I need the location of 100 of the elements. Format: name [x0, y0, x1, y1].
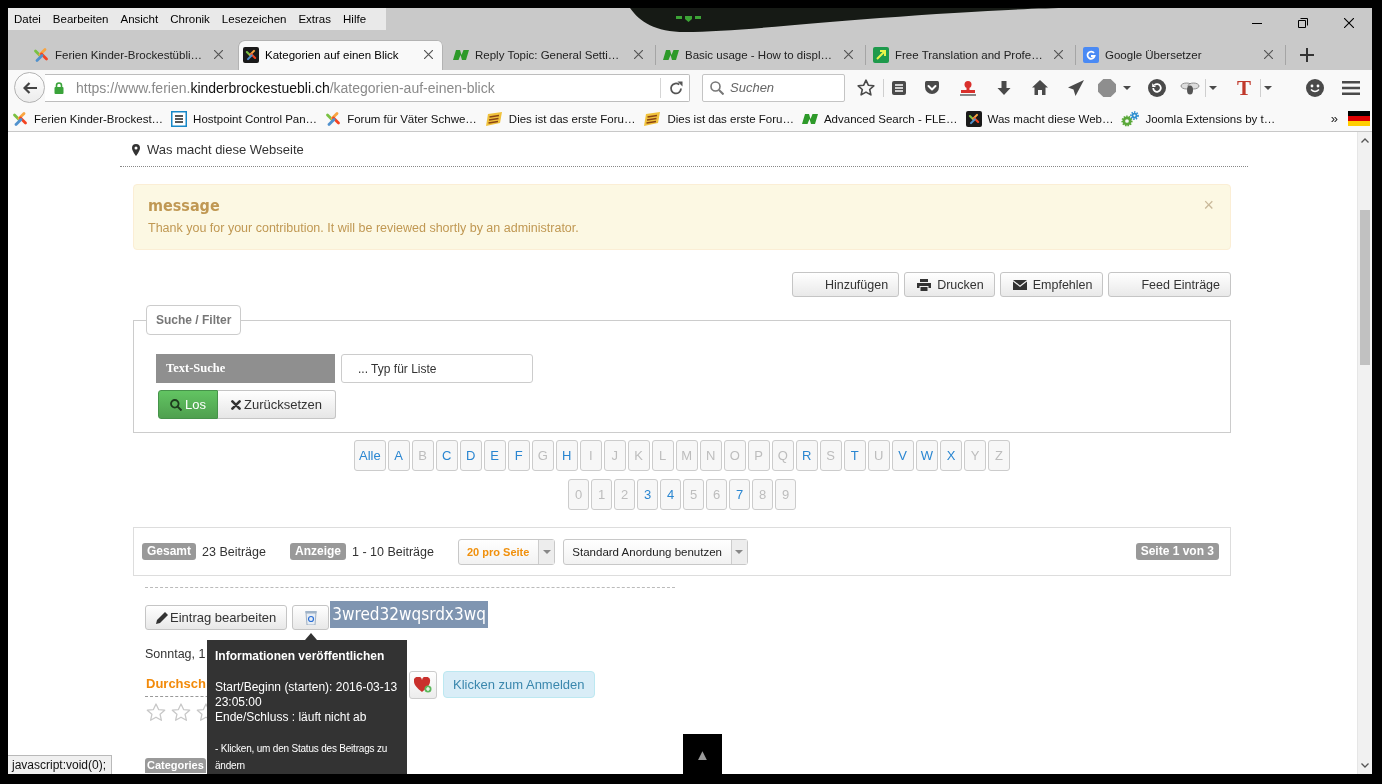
- letter-filter-button[interactable]: F: [507, 440, 530, 471]
- back-button[interactable]: [14, 72, 45, 104]
- lock-icon: [54, 81, 64, 94]
- home-icon[interactable]: [1032, 80, 1048, 96]
- toolbar-button[interactable]: Feed Einträge: [1108, 272, 1231, 297]
- history-icon[interactable]: [1148, 78, 1166, 97]
- bookmarks-overflow-button[interactable]: »: [1330, 111, 1338, 127]
- star-icon[interactable]: [857, 79, 875, 97]
- bookmark-item[interactable]: Advanced Search - FLE…: [797, 108, 962, 129]
- address-field[interactable]: https://www.ferien.kinderbrockestuebli.ch/kategorien-auf-einen-blick: [45, 73, 690, 102]
- toolbar-button[interactable]: Drucken: [904, 272, 995, 297]
- letter-filter-button[interactable]: W: [915, 440, 938, 471]
- tab[interactable]: Kategorien auf einen Blick: [238, 39, 443, 70]
- stamp-icon[interactable]: [959, 79, 977, 96]
- text-tool-button[interactable]: T: [1237, 76, 1251, 99]
- ordering-select[interactable]: Standard Anordung benutzen: [563, 538, 748, 565]
- restore-icon[interactable]: [1298, 18, 1308, 28]
- bookmark-item[interactable]: Dies ist das erste Foru…: [639, 108, 798, 129]
- trash-icon: [304, 610, 317, 625]
- letter-filter-button[interactable]: X: [940, 440, 962, 471]
- toolbar-button[interactable]: Empfehlen: [999, 272, 1104, 297]
- tab[interactable]: Ferien Kinder-Brockestübli…: [28, 39, 233, 70]
- bookmark-item[interactable]: Dies ist das erste Foru…: [480, 108, 640, 129]
- caret-icon[interactable]: [1209, 85, 1217, 90]
- chevron-down-icon[interactable]: [1361, 763, 1369, 768]
- stop-sign-icon[interactable]: [1098, 78, 1116, 97]
- minimize-icon[interactable]: [1252, 22, 1262, 24]
- back-to-top-button[interactable]: ▲: [683, 734, 722, 774]
- tab[interactable]: Google Übersetzer: [1078, 39, 1283, 70]
- slanted-bars-icon: [453, 49, 469, 60]
- per-page-select[interactable]: 20 pro Seite: [458, 538, 556, 565]
- menu-item[interactable]: Hilfe: [337, 8, 373, 30]
- close-icon[interactable]: [1344, 18, 1354, 28]
- menu-item[interactable]: Bearbeiten: [46, 8, 115, 30]
- bookmark-item[interactable]: Was macht diese Web…: [961, 108, 1118, 129]
- shown-value: 1 - 10 Beiträge: [352, 544, 434, 559]
- menu-item[interactable]: Lesezeichen: [215, 8, 293, 30]
- tab[interactable]: Basic usage - How to displ…: [658, 39, 863, 70]
- letter-filter-button[interactable]: C: [435, 440, 458, 471]
- menu-item[interactable]: Chronik: [164, 8, 216, 30]
- chevron-up-icon[interactable]: [1361, 138, 1369, 143]
- reset-button[interactable]: Zurücksetzen: [218, 390, 336, 419]
- pinwheel-tile-icon: [965, 110, 982, 127]
- menu-icon[interactable]: [1342, 80, 1360, 95]
- letter-filter-button[interactable]: H: [555, 440, 578, 471]
- total-value: 23 Beiträge: [202, 544, 266, 559]
- letter-filter-button[interactable]: R: [795, 440, 818, 471]
- trash-button[interactable]: [292, 605, 330, 630]
- scrollbar-thumb[interactable]: [1360, 210, 1370, 365]
- download-icon[interactable]: [997, 80, 1011, 95]
- login-button[interactable]: Klicken zum Anmelden: [443, 671, 595, 698]
- fly-icon[interactable]: [1180, 80, 1200, 95]
- tab[interactable]: Reply Topic: General Setti…: [448, 39, 653, 70]
- paper-plane-icon[interactable]: [1068, 79, 1084, 96]
- letter-filter-button[interactable]: E: [483, 440, 506, 471]
- letter-filter-button[interactable]: A: [387, 440, 410, 471]
- toolbar-button[interactable]: Hinzufügen: [791, 272, 900, 297]
- close-icon[interactable]: [424, 50, 433, 60]
- letter-filter-button[interactable]: D: [459, 440, 482, 471]
- menu-item[interactable]: Datei: [8, 8, 47, 30]
- scrollbar[interactable]: [1357, 132, 1372, 774]
- letter-filter-button[interactable]: T: [843, 440, 866, 471]
- bookmark-item[interactable]: Ferien Kinder-Brockest…: [8, 108, 168, 129]
- rating-label: Durchsch: [146, 676, 206, 691]
- reload-icon[interactable]: [669, 80, 683, 95]
- text-search-field[interactable]: ... Typ für Liste: [341, 354, 533, 383]
- bookmark-item[interactable]: Joomla Extensions by t…: [1117, 108, 1280, 129]
- page-indicator: Seite 1 von 3: [1135, 543, 1219, 560]
- bookmark-item[interactable]: Forum für Väter Schwe…: [321, 108, 481, 129]
- digit-filter-button[interactable]: 4: [660, 479, 681, 510]
- menu-item[interactable]: Ansicht: [114, 8, 165, 30]
- menu-item[interactable]: Extras: [292, 8, 337, 30]
- letter-filter-button[interactable]: Alle: [354, 440, 386, 471]
- caret-icon[interactable]: [1123, 85, 1131, 90]
- plus-icon[interactable]: [1300, 47, 1314, 62]
- tooltip-note: - Klicken, um den Status des Beitrags zu ändern: [215, 742, 389, 773]
- favorite-button[interactable]: [409, 671, 437, 699]
- search-bar[interactable]: Suchen: [702, 73, 845, 102]
- letter-filter-button[interactable]: V: [891, 440, 914, 471]
- digit-filter-button[interactable]: 7: [729, 479, 750, 510]
- arrow-tile-icon: [873, 46, 889, 63]
- tab[interactable]: Free Translation and Profe…: [868, 39, 1073, 70]
- bookmark-item[interactable]: Hostpoint Control Pan…: [167, 108, 322, 129]
- pinwheel-icon: [33, 46, 49, 63]
- clipboard-list-icon[interactable]: [891, 79, 907, 96]
- left-arrow-icon: [22, 81, 37, 94]
- chevron-shield-icon[interactable]: [924, 80, 940, 96]
- shown-label: Anzeige: [289, 543, 346, 560]
- digit-filter-button[interactable]: 3: [637, 479, 658, 510]
- pinwheel-icon: [12, 110, 28, 127]
- tooltip-text: Ende/Schluss : läuft nicht ab: [215, 710, 368, 725]
- search-field[interactable]: Suchen: [730, 78, 840, 97]
- search-button[interactable]: Los: [158, 390, 218, 419]
- caret-icon[interactable]: [1264, 85, 1272, 90]
- breadcrumb-link[interactable]: Was macht diese Webseite: [147, 141, 304, 158]
- smiley-icon[interactable]: [1306, 78, 1324, 97]
- category-label: Categories: [145, 758, 206, 773]
- edit-button[interactable]: Eintrag bearbeiten: [145, 605, 288, 630]
- pencil-icon: [156, 611, 168, 624]
- flag-icon[interactable]: [1348, 111, 1370, 127]
